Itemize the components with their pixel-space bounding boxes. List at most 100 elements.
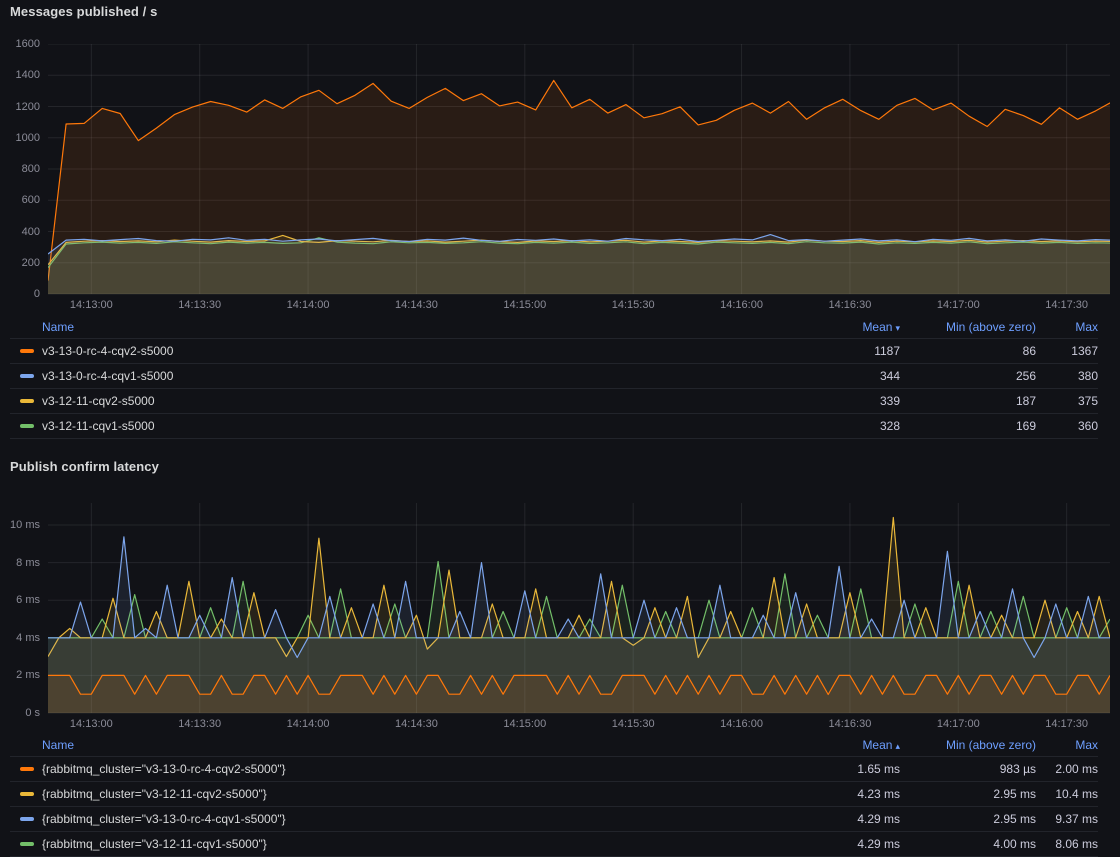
y-axis-tick-label: 0 s bbox=[0, 706, 40, 720]
legend-min-value: 86 bbox=[900, 344, 1036, 358]
x-axis-tick-label: 14:17:00 bbox=[937, 298, 980, 312]
legend-series-name[interactable]: v3-13-0-rc-4-cqv1-s5000 bbox=[10, 369, 790, 383]
legend-header-min[interactable]: Min (above zero) bbox=[900, 738, 1036, 752]
x-axis-tick-label: 14:16:00 bbox=[720, 298, 763, 312]
legend-min-value: 256 bbox=[900, 369, 1036, 383]
y-axis-tick-label: 800 bbox=[0, 162, 40, 176]
legend-header-mean[interactable]: Mean▾ bbox=[790, 320, 900, 334]
y-axis-tick-label: 600 bbox=[0, 193, 40, 207]
legend-header-mean-label: Mean bbox=[862, 320, 892, 334]
legend-header-min[interactable]: Min (above zero) bbox=[900, 320, 1036, 334]
legend-header-max[interactable]: Max bbox=[1036, 320, 1098, 334]
legend-series-name[interactable]: v3-12-11-cqv1-s5000 bbox=[10, 419, 790, 433]
legend-row: v3-13-0-rc-4-cqv1-s5000344256380 bbox=[10, 363, 1098, 388]
legend-series-name-label: {rabbitmq_cluster="v3-13-0-rc-4-cqv1-s50… bbox=[42, 812, 286, 826]
x-axis-tick-label: 14:13:30 bbox=[178, 298, 221, 312]
legend-min-value: 2.95 ms bbox=[900, 787, 1036, 801]
legend-messages-published: Name Mean▾Min (above zero)Max v3-13-0-rc-4… bbox=[10, 316, 1098, 439]
legend-header-max[interactable]: Max bbox=[1036, 738, 1098, 752]
series-color-swatch-icon[interactable] bbox=[20, 349, 34, 353]
legend-mean-value: 339 bbox=[790, 394, 900, 408]
x-axis-tick-label: 14:15:30 bbox=[612, 717, 655, 731]
panel-title-messages-published[interactable]: Messages published / s bbox=[10, 4, 157, 19]
x-axis-tick-label: 14:15:00 bbox=[503, 717, 546, 731]
legend-header-row: Name Mean▴Min (above zero)Max bbox=[10, 734, 1098, 756]
legend-header-name[interactable]: Name bbox=[10, 738, 790, 752]
legend-series-name-label: {rabbitmq_cluster="v3-12-11-cqv1-s5000"} bbox=[42, 837, 267, 851]
legend-min-value: 4.00 ms bbox=[900, 837, 1036, 851]
x-axis-tick-label: 14:16:00 bbox=[720, 717, 763, 731]
legend-header-name-label: Name bbox=[42, 738, 74, 752]
y-axis-tick-label: 1600 bbox=[0, 37, 40, 51]
legend-series-name[interactable]: v3-13-0-rc-4-cqv2-s5000 bbox=[10, 344, 790, 358]
legend-row: {rabbitmq_cluster="v3-13-0-rc-4-cqv1-s50… bbox=[10, 806, 1098, 831]
x-axis-tick-label: 14:13:00 bbox=[70, 298, 113, 312]
legend-series-name-label: v3-12-11-cqv1-s5000 bbox=[42, 419, 155, 433]
series-color-swatch-icon[interactable] bbox=[20, 424, 34, 428]
legend-min-value: 187 bbox=[900, 394, 1036, 408]
panel-title-publish-confirm-latency[interactable]: Publish confirm latency bbox=[10, 459, 159, 474]
legend-series-name-label: v3-12-11-cqv2-s5000 bbox=[42, 394, 155, 408]
legend-mean-value: 4.29 ms bbox=[790, 837, 900, 851]
legend-series-name-label: v3-13-0-rc-4-cqv2-s5000 bbox=[42, 344, 173, 358]
legend-mean-value: 1.65 ms bbox=[790, 762, 900, 776]
x-axis-tick-label: 14:15:30 bbox=[612, 298, 655, 312]
legend-row: {rabbitmq_cluster="v3-12-11-cqv1-s5000"}… bbox=[10, 831, 1098, 856]
legend-series-name[interactable]: {rabbitmq_cluster="v3-12-11-cqv1-s5000"} bbox=[10, 837, 790, 851]
y-axis-tick-label: 1400 bbox=[0, 68, 40, 82]
legend-series-name[interactable]: {rabbitmq_cluster="v3-13-0-rc-4-cqv2-s50… bbox=[10, 762, 790, 776]
legend-row: v3-12-11-cqv1-s5000328169360 bbox=[10, 413, 1098, 438]
legend-header-row: Name Mean▾Min (above zero)Max bbox=[10, 316, 1098, 338]
legend-header-name-label: Name bbox=[42, 320, 74, 334]
legend-mean-value: 4.23 ms bbox=[790, 787, 900, 801]
legend-min-value: 2.95 ms bbox=[900, 812, 1036, 826]
x-axis-tick-label: 14:15:00 bbox=[503, 298, 546, 312]
legend-mean-value: 344 bbox=[790, 369, 900, 383]
legend-header-mean[interactable]: Mean▴ bbox=[790, 738, 900, 752]
y-axis-tick-label: 0 bbox=[0, 287, 40, 301]
legend-row: {rabbitmq_cluster="v3-13-0-rc-4-cqv2-s50… bbox=[10, 756, 1098, 781]
legend-max-value: 2.00 ms bbox=[1036, 762, 1098, 776]
x-axis-tick-label: 14:14:00 bbox=[287, 717, 330, 731]
legend-series-name-label: {rabbitmq_cluster="v3-13-0-rc-4-cqv2-s50… bbox=[42, 762, 286, 776]
y-axis-tick-label: 10 ms bbox=[0, 518, 40, 532]
series-color-swatch-icon[interactable] bbox=[20, 374, 34, 378]
x-axis-tick-label: 14:13:00 bbox=[70, 717, 113, 731]
legend-publish-confirm-latency: Name Mean▴Min (above zero)Max {rabbitmq_cl… bbox=[10, 734, 1098, 857]
x-axis-tick-label: 14:13:30 bbox=[178, 717, 221, 731]
legend-max-value: 360 bbox=[1036, 419, 1098, 433]
legend-max-value: 8.06 ms bbox=[1036, 837, 1098, 851]
series-color-swatch-icon[interactable] bbox=[20, 399, 34, 403]
x-axis-tick-label: 14:17:30 bbox=[1045, 298, 1088, 312]
series-color-swatch-icon[interactable] bbox=[20, 842, 34, 846]
legend-mean-value: 1187 bbox=[790, 344, 900, 358]
x-axis-tick-label: 14:16:30 bbox=[828, 298, 871, 312]
series-color-swatch-icon[interactable] bbox=[20, 767, 34, 771]
x-axis-tick-label: 14:14:30 bbox=[395, 298, 438, 312]
legend-row: v3-12-11-cqv2-s5000 339187375 bbox=[10, 388, 1098, 413]
time-series-plot-publish-confirm-latency[interactable] bbox=[48, 490, 1110, 716]
series-color-swatch-icon[interactable] bbox=[20, 817, 34, 821]
legend-series-name[interactable]: v3-12-11-cqv2-s5000 bbox=[10, 394, 790, 408]
y-axis-tick-label: 2 ms bbox=[0, 668, 40, 682]
x-axis-tick-label: 14:16:30 bbox=[828, 717, 871, 731]
legend-max-value: 9.37 ms bbox=[1036, 812, 1098, 826]
legend-row: v3-13-0-rc-4-cqv2-s50001187861367 bbox=[10, 338, 1098, 363]
legend-series-name[interactable]: {rabbitmq_cluster="v3-12-11-cqv2-s5000"} bbox=[10, 787, 790, 801]
x-axis-tick-label: 14:14:00 bbox=[287, 298, 330, 312]
legend-max-value: 10.4 ms bbox=[1036, 787, 1098, 801]
y-axis-tick-label: 8 ms bbox=[0, 556, 40, 570]
y-axis-tick-label: 6 ms bbox=[0, 593, 40, 607]
legend-mean-value: 328 bbox=[790, 419, 900, 433]
legend-series-name-label: {rabbitmq_cluster="v3-12-11-cqv2-s5000"} bbox=[42, 787, 267, 801]
legend-series-name[interactable]: {rabbitmq_cluster="v3-13-0-rc-4-cqv1-s50… bbox=[10, 812, 790, 826]
legend-row: {rabbitmq_cluster="v3-12-11-cqv2-s5000"}… bbox=[10, 781, 1098, 806]
time-series-plot-messages-published[interactable] bbox=[48, 44, 1110, 296]
legend-header-name[interactable]: Name bbox=[10, 320, 790, 334]
dashboard: Messages published / s 02004006008001000… bbox=[0, 0, 1120, 857]
legend-mean-value: 4.29 ms bbox=[790, 812, 900, 826]
legend-max-value: 375 bbox=[1036, 394, 1098, 408]
series-color-swatch-icon[interactable] bbox=[20, 792, 34, 796]
legend-min-value: 983 µs bbox=[900, 762, 1036, 776]
x-axis-tick-label: 14:17:30 bbox=[1045, 717, 1088, 731]
